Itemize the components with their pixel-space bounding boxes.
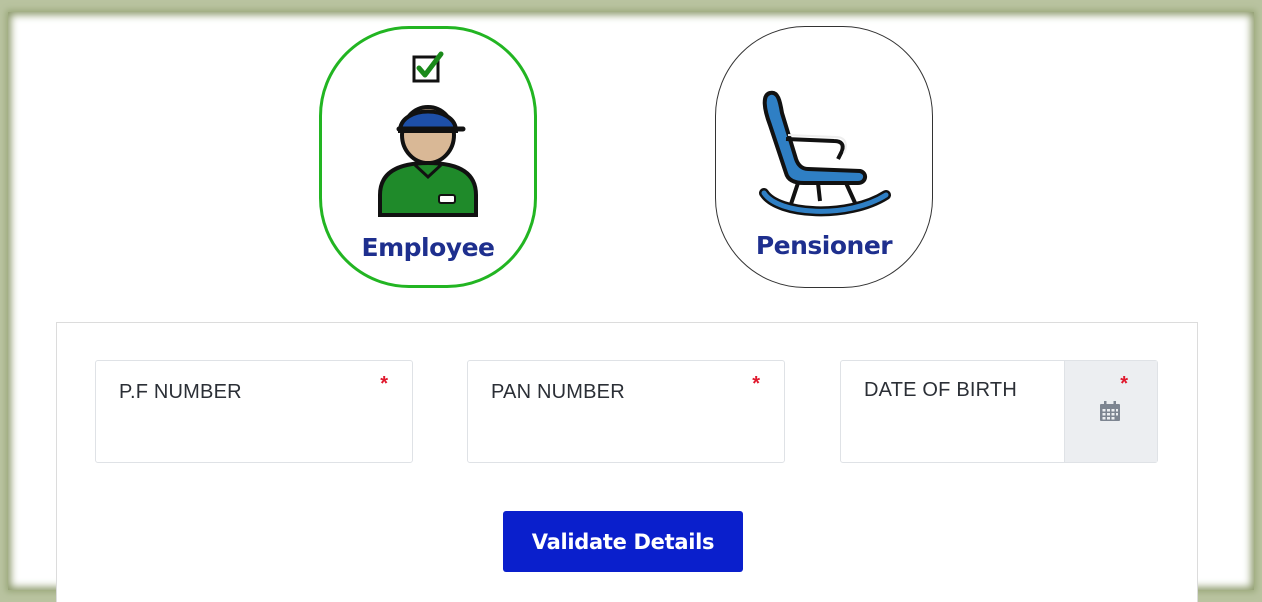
rocking-chair-icon	[759, 90, 891, 217]
required-marker: *	[380, 373, 388, 395]
pan-number-label: PAN NUMBER	[491, 381, 625, 403]
date-of-birth-field[interactable]: DATE OF BIRTH *	[840, 360, 1158, 463]
pensioner-label: Pensioner	[755, 231, 893, 260]
date-of-birth-label: DATE OF BIRTH	[864, 379, 1017, 401]
validation-form-panel: P.F NUMBER * PAN NUMBER * DATE OF BIRTH …	[56, 322, 1198, 602]
date-of-birth-input[interactable]	[863, 424, 1057, 452]
calendar-picker-button[interactable]: *	[1064, 361, 1157, 462]
validate-details-button[interactable]: Validate Details	[503, 511, 743, 572]
pensioner-role-option[interactable]: Pensioner	[715, 26, 933, 288]
pan-number-field[interactable]: PAN NUMBER *	[467, 360, 785, 463]
required-marker: *	[1120, 373, 1128, 395]
pf-number-input[interactable]	[118, 424, 392, 452]
calendar-icon	[1100, 401, 1120, 421]
pf-number-label: P.F NUMBER	[119, 381, 242, 403]
employee-person-icon	[378, 105, 478, 217]
pan-number-input[interactable]	[490, 424, 764, 452]
employee-label: Employee	[361, 233, 495, 262]
required-marker: *	[752, 373, 760, 395]
checkbox-checked-icon	[412, 51, 444, 83]
pf-number-field[interactable]: P.F NUMBER *	[95, 360, 413, 463]
page-frame: Employee Pensioner P.F NUMBER * PAN NUMB…	[8, 12, 1254, 602]
employee-role-option[interactable]: Employee	[319, 26, 537, 288]
